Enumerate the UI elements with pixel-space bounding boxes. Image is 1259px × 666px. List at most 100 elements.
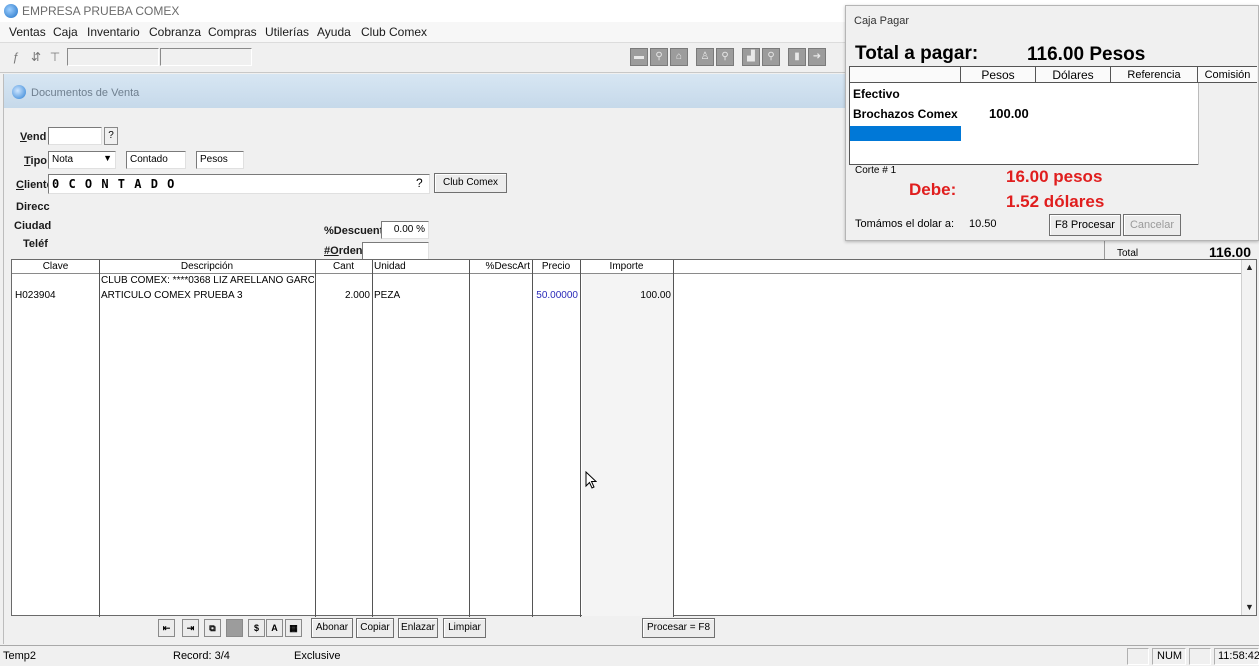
col-importe[interactable]: Importe	[580, 260, 673, 274]
status-bar: Temp2 Record: 3/4 Exclusive NUM 11:58:42	[0, 645, 1259, 666]
total-divider	[1104, 241, 1105, 259]
orden-label: #Orden	[324, 245, 363, 257]
menu-caja[interactable]: Caja	[53, 25, 78, 39]
col-precio[interactable]: Precio	[532, 260, 580, 274]
menu-ventas[interactable]: Ventas	[9, 25, 46, 39]
tipo-label: Tipo	[24, 155, 48, 167]
dialog-title: Caja Pagar	[854, 15, 910, 27]
printer-icon[interactable]	[226, 619, 243, 637]
col-divider	[99, 260, 100, 617]
menu-utilerias[interactable]: Utilerías	[265, 25, 309, 39]
f8-procesar-button[interactable]: F8 Procesar	[1049, 214, 1121, 236]
scroll-up-icon[interactable]: ▲	[1244, 262, 1255, 273]
payment-method: Efectivo	[853, 87, 900, 101]
cancelar-button[interactable]: Cancelar	[1123, 214, 1181, 236]
debe-dolares: 1.52 dólares	[1006, 192, 1105, 211]
menu-compras[interactable]: Compras	[208, 25, 257, 39]
toolbar-field-2[interactable]	[160, 48, 252, 66]
copy-doc-icon[interactable]: ⧉	[204, 619, 221, 637]
pay-col-dolares: Dólares	[1036, 67, 1111, 83]
status-table: Temp2	[3, 650, 37, 662]
outdent-icon[interactable]: ⇤	[158, 619, 175, 637]
status-record: Record: 3/4	[173, 650, 230, 662]
printer-icon[interactable]: ▬	[630, 48, 648, 66]
row-clave: H023904	[15, 290, 56, 301]
col-cant[interactable]: Cant	[315, 260, 372, 274]
user-search-icon[interactable]: ⚲	[716, 48, 734, 66]
total-value: 116.00	[1208, 244, 1251, 260]
pay-col-referencia: Referencia	[1111, 67, 1198, 83]
col-empty	[673, 260, 1242, 274]
limpiar-button[interactable]: Limpiar	[443, 618, 486, 638]
col-descart[interactable]: %DescArt	[469, 260, 532, 274]
items-grid[interactable]: Clave Descripción Cant Unidad %DescArt P…	[11, 259, 1257, 617]
exit-icon[interactable]: ➜	[808, 48, 826, 66]
vend-input[interactable]	[48, 127, 102, 145]
cliente-input[interactable]: 0 C O N T A D O	[48, 174, 430, 194]
function-icon[interactable]: ƒ	[8, 49, 24, 65]
col-unidad[interactable]: Unidad	[372, 260, 469, 274]
tipo-cambio-label: Tomámos el dolar a:	[855, 218, 955, 230]
copiar-button[interactable]: Copiar	[356, 618, 394, 638]
tipo-value: Nota	[52, 154, 74, 165]
ciudad-label: Ciudad	[14, 220, 52, 232]
tipo-select[interactable]: Nota ▼	[48, 151, 116, 169]
grid-scrollbar[interactable]: ▲ ▼	[1241, 260, 1256, 615]
pay-col-comision: Comisión	[1198, 67, 1257, 83]
chart-search-icon[interactable]: ⚲	[762, 48, 780, 66]
col-clave[interactable]: Clave	[12, 260, 99, 274]
col-descripcion[interactable]: Descripción	[99, 260, 315, 274]
status-time-pane: 11:58:42	[1214, 648, 1259, 665]
payment-method: Brochazos Comex	[853, 107, 958, 121]
orden-input[interactable]	[362, 242, 429, 260]
scroll-down-icon[interactable]: ▼	[1244, 602, 1255, 613]
home-icon[interactable]: ⌂	[670, 48, 688, 66]
enlazar-button[interactable]: Enlazar	[398, 618, 438, 638]
toolbar-field-1[interactable]	[67, 48, 159, 66]
indent-icon[interactable]: ⇥	[182, 619, 199, 637]
corte-label: Corte # 1	[855, 165, 897, 176]
club-comex-button[interactable]: Club Comex	[434, 173, 507, 193]
door-icon[interactable]: ▮	[788, 48, 806, 66]
tipo-cambio-value: 10.50	[969, 218, 997, 230]
debe-pesos: 16.00 pesos	[1006, 167, 1103, 186]
total-label: Total	[1117, 248, 1139, 259]
vend-label: Vend	[20, 131, 47, 143]
search-icon[interactable]: ⚲	[650, 48, 668, 66]
row-importe: 100.00	[640, 290, 671, 301]
pay-col-pesos: Pesos	[961, 67, 1036, 83]
mouse-cursor-icon	[585, 471, 597, 489]
status-pane	[1189, 648, 1211, 665]
status-mode: Exclusive	[294, 650, 341, 662]
menu-ayuda[interactable]: Ayuda	[317, 25, 351, 39]
moneda-field[interactable]: Pesos	[196, 151, 244, 169]
descuento-input[interactable]: 0.00 %	[381, 221, 429, 239]
chart-icon[interactable]: ▟	[742, 48, 760, 66]
menu-inventario[interactable]: Inventario	[87, 25, 140, 39]
tree-icon[interactable]: ⊤	[47, 49, 63, 65]
contado-field[interactable]: Contado	[126, 151, 186, 169]
comision-column-area	[1198, 83, 1257, 165]
col-divider	[673, 260, 674, 617]
menu-club-comex[interactable]: Club Comex	[361, 25, 427, 39]
procesar-button[interactable]: Procesar = F8	[642, 618, 715, 638]
pay-col-blank	[850, 67, 961, 83]
selected-payment-row[interactable]	[850, 126, 961, 141]
vend-help-button[interactable]: ?	[104, 127, 118, 145]
app-logo-icon	[4, 4, 18, 18]
col-divider	[372, 260, 373, 617]
abonar-button[interactable]: Abonar	[311, 618, 353, 638]
menu-cobranza[interactable]: Cobranza	[149, 25, 201, 39]
dollar-icon[interactable]: $	[248, 619, 265, 637]
payments-table[interactable]: Pesos Dólares Referencia Comisión Efecti…	[849, 66, 1257, 165]
row-precio: 50.00000	[536, 290, 578, 301]
cliente-help-button[interactable]: ?	[416, 176, 423, 190]
caja-pagar-dialog: Caja Pagar Total a pagar: 116.00 Pesos P…	[845, 5, 1259, 241]
window-logo-icon	[12, 85, 26, 99]
letter-a-icon[interactable]: A	[266, 619, 283, 637]
calculator-icon[interactable]: ▦	[285, 619, 302, 637]
filter-icon[interactable]: ⇵	[28, 49, 44, 65]
col-divider	[315, 260, 316, 617]
chevron-down-icon[interactable]: ▼	[103, 153, 112, 163]
user-icon[interactable]: ♙	[696, 48, 714, 66]
